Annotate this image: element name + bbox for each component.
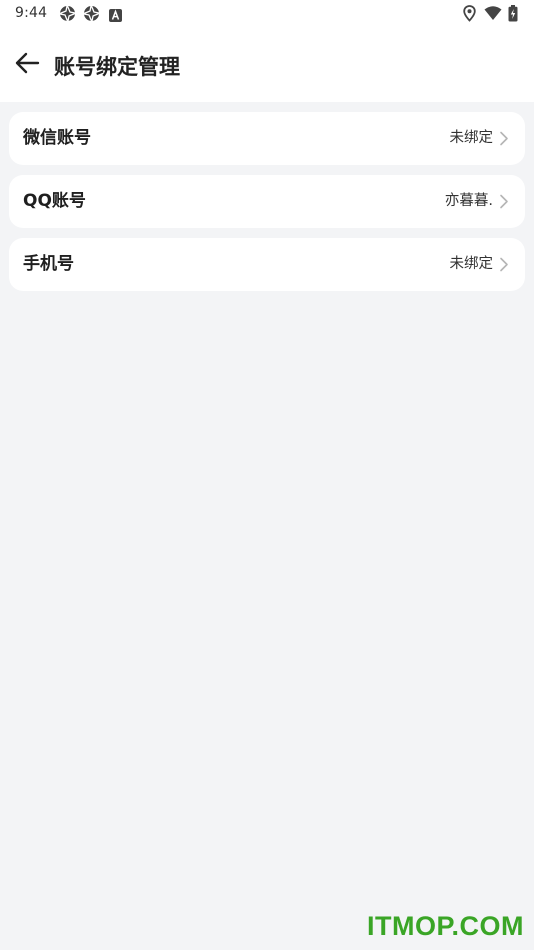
wechat-binding-status: 未绑定 — [449, 130, 494, 146]
qq-account-row[interactable]: QQ账号 亦暮暮. — [9, 175, 525, 228]
phone-number-row[interactable]: 手机号 未绑定 — [9, 238, 525, 291]
arrow-left-icon — [14, 52, 40, 78]
battery-charging-icon — [508, 5, 518, 22]
wifi-icon — [484, 5, 502, 22]
aperture-icon — [83, 5, 100, 22]
account-binding-list: 微信账号 未绑定 QQ账号 亦暮暮. 手机号 未绑定 — [9, 112, 525, 301]
back-button[interactable] — [10, 48, 44, 82]
qq-binding-nickname: 亦暮暮. — [444, 193, 493, 209]
wechat-account-row[interactable]: 微信账号 未绑定 — [9, 112, 525, 165]
chevron-right-icon — [499, 257, 509, 272]
chevron-right-icon — [499, 194, 509, 209]
keyboard-a-icon — [109, 7, 122, 22]
status-time: 9:44 — [15, 5, 48, 21]
page-title: 账号绑定管理 — [54, 55, 180, 79]
location-icon — [463, 5, 476, 22]
top-app-area: 9:44 账号绑定管理 — [0, 0, 534, 102]
phone-binding-status: 未绑定 — [449, 256, 494, 272]
status-bar: 9:44 — [0, 0, 534, 28]
aperture-icon — [59, 5, 76, 22]
qq-account-label: QQ账号 — [23, 191, 86, 211]
wechat-account-label: 微信账号 — [23, 128, 91, 148]
phone-number-label: 手机号 — [23, 254, 74, 274]
chevron-right-icon — [499, 131, 509, 146]
app-header: 账号绑定管理 — [0, 40, 534, 90]
watermark-logo: ITMOP.COM — [366, 911, 524, 941]
